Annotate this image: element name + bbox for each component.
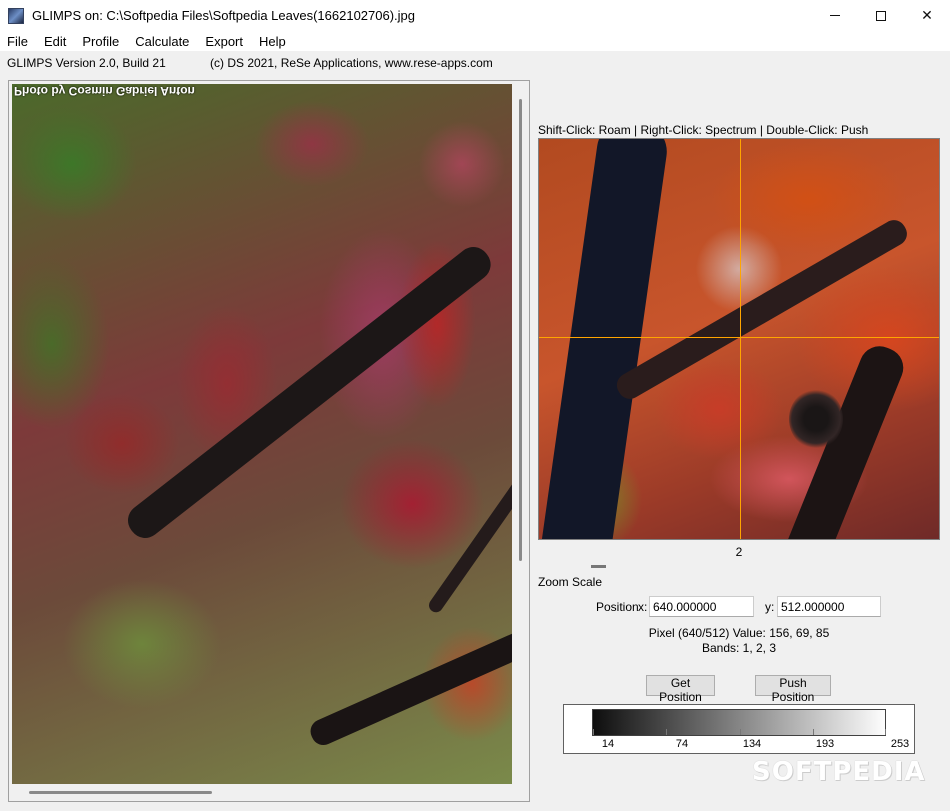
horizontal-scrollbar[interactable]	[29, 791, 212, 794]
version-label: GLIMPS Version 2.0, Build 21	[7, 56, 166, 70]
softpedia-watermark: SOFTPEDIA	[752, 757, 926, 787]
pixel-value: Pixel (640/512) Value: 156, 69, 85	[648, 626, 830, 640]
menu-bar: File Edit Profile Calculate Export Help	[0, 31, 950, 51]
scale-label: 253	[890, 738, 910, 750]
scale-label: 193	[815, 738, 835, 750]
scale-tick	[885, 729, 886, 735]
grayscale-bar	[592, 709, 886, 736]
get-position-button[interactable]: Get Position	[646, 675, 715, 704]
scale-tick	[593, 729, 594, 735]
scale-label: 74	[675, 738, 689, 750]
zoom-scale-slider[interactable]	[591, 565, 606, 568]
x-position-field[interactable]	[649, 596, 754, 617]
scale-tick	[740, 729, 741, 735]
y-label: y:	[765, 600, 775, 614]
copyright-label: (c) DS 2021, ReSe Applications, www.rese…	[210, 56, 493, 70]
image-branch-lower	[306, 619, 512, 749]
menu-help[interactable]: Help	[251, 34, 294, 49]
zoom-knot	[789, 389, 843, 449]
zoom-scale-label: Zoom Scale	[538, 575, 603, 589]
scale-label: 14	[601, 738, 615, 750]
zoom-hint: Shift-Click: Roam | Right-Click: Spectru…	[538, 123, 869, 137]
menu-calculate[interactable]: Calculate	[127, 34, 197, 49]
image-stem	[426, 475, 512, 616]
menu-edit[interactable]: Edit	[36, 34, 74, 49]
maximize-button[interactable]	[858, 0, 904, 31]
push-position-button[interactable]: Push Position	[755, 675, 831, 704]
window-title: GLIMPS on: C:\Softpedia Files\Softpedia …	[32, 8, 416, 23]
app-icon	[8, 7, 24, 24]
zoom-value: 2	[735, 545, 743, 559]
y-position-field[interactable]	[777, 596, 881, 617]
bands-info: Bands: 1, 2, 3	[701, 641, 777, 655]
minimize-button[interactable]	[812, 0, 858, 31]
zoom-view[interactable]	[538, 138, 940, 540]
close-button[interactable]: ✕	[904, 0, 950, 31]
scale-tick	[666, 729, 667, 735]
x-label: x:	[638, 600, 648, 614]
vertical-scrollbar[interactable]	[519, 99, 522, 561]
maximize-icon	[876, 10, 886, 21]
scale-tick	[813, 729, 814, 735]
menu-export[interactable]: Export	[197, 34, 251, 49]
minimize-icon	[830, 15, 840, 16]
crosshair-horizontal	[539, 337, 939, 338]
close-icon: ✕	[921, 7, 933, 23]
image-viewer[interactable]: Photo by Cosmin Gabriel Anton	[8, 80, 530, 802]
image-branch	[121, 240, 498, 545]
position-label: Position	[596, 600, 639, 614]
scale-label: 134	[742, 738, 762, 750]
grayscale-legend: 14 74 134 193 253	[563, 704, 915, 754]
crosshair-vertical	[740, 139, 741, 539]
menu-profile[interactable]: Profile	[74, 34, 127, 49]
main-image[interactable]: Photo by Cosmin Gabriel Anton	[12, 84, 512, 784]
photo-credit: Photo by Cosmin Gabriel Anton	[14, 84, 195, 98]
zoom-trunk	[539, 139, 671, 539]
title-bar: GLIMPS on: C:\Softpedia Files\Softpedia …	[0, 0, 950, 31]
menu-file[interactable]: File	[0, 34, 36, 49]
